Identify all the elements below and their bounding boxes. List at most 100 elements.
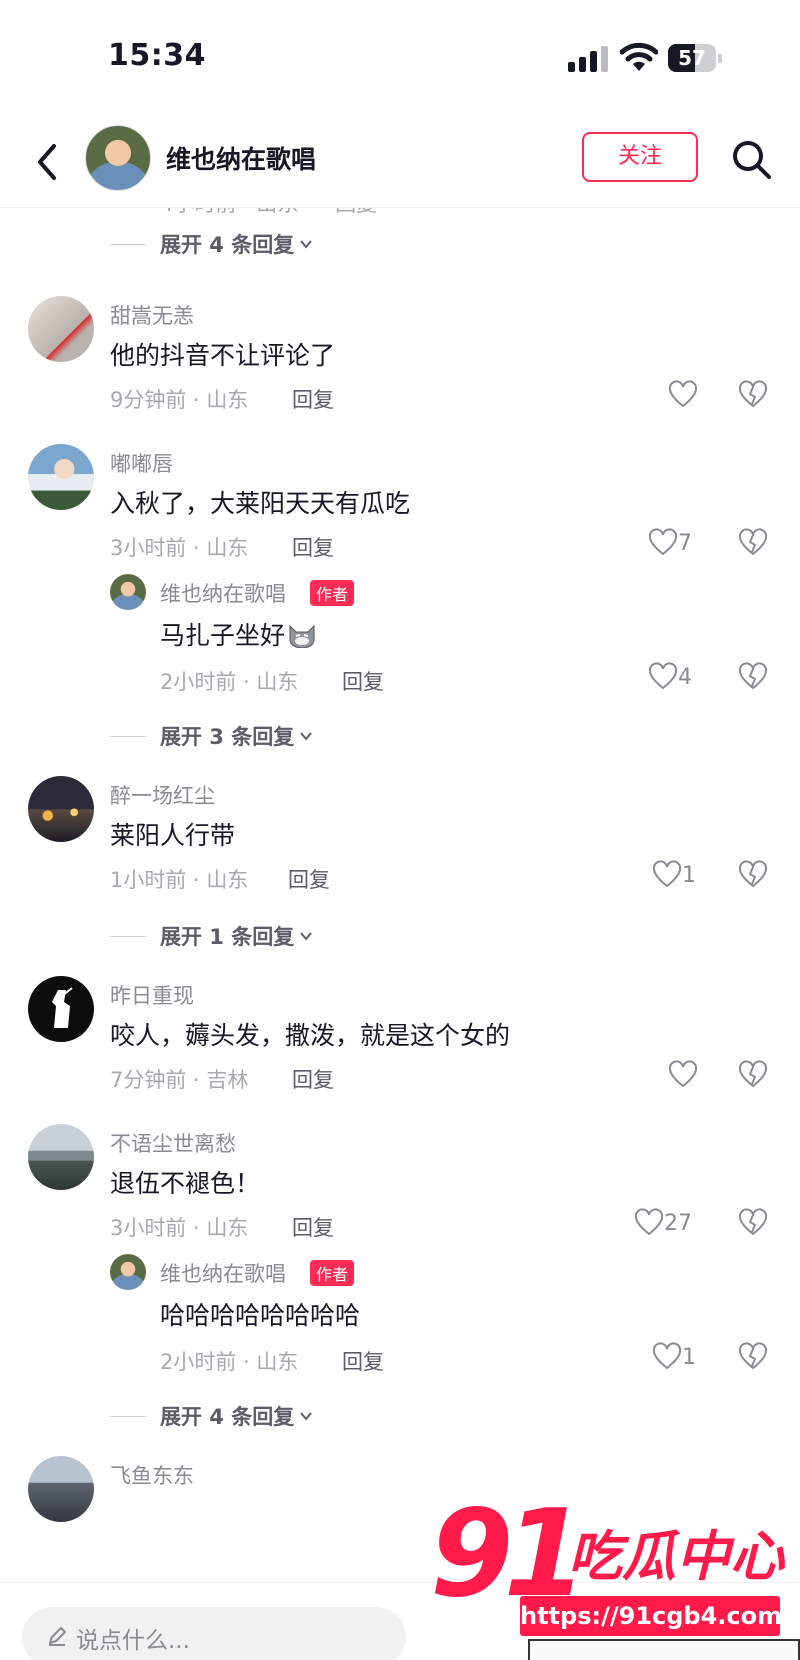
comment-meta: 1小时前 · 山东 (110, 868, 249, 892)
comment-meta: 3小时前 · 山东 (110, 536, 249, 560)
author-reply-avatar[interactable] (110, 574, 146, 610)
broken-heart-icon[interactable] (738, 1342, 768, 1372)
watermark-url: https://91cgb4.com (520, 1596, 782, 1636)
status-time: 15:34 (108, 38, 206, 73)
commenter-name[interactable]: 飞鱼东东 (110, 1460, 194, 1490)
like-button[interactable]: 1 (652, 860, 696, 890)
follow-button[interactable]: 关注 (582, 132, 698, 182)
commenter-avatar[interactable] (28, 444, 94, 510)
like-button[interactable]: 27 (634, 1208, 692, 1238)
commenter-name[interactable]: 甜嵩无恙 (110, 300, 194, 330)
comment-text: 咬人，薅头发，撒泼，就是这个女的 (110, 1021, 511, 1050)
chevron-down-icon (300, 732, 313, 741)
battery-indicator: 57 (668, 44, 722, 72)
partial-meta: 4小时前 · 山东 (160, 208, 298, 216)
like-button[interactable]: 1 (652, 1342, 696, 1372)
cat-emoji-icon (289, 624, 315, 648)
battery-level: 57 (678, 46, 706, 70)
expand-replies-2[interactable]: 展开 3 条回复 (110, 716, 314, 756)
heart-icon (634, 1208, 664, 1236)
like-button[interactable]: 4 (648, 662, 692, 692)
author-name[interactable]: 维也纳在歌唱 (166, 140, 316, 176)
heart-icon (668, 380, 698, 408)
like-count: 4 (678, 664, 692, 690)
header: 维也纳在歌唱 关注 (0, 116, 800, 208)
commenter-avatar[interactable] (28, 1124, 94, 1190)
expand-replies-4[interactable]: 展开 4 条回复 (110, 1396, 314, 1436)
comment-text: 退伍不褪色！ (110, 1169, 261, 1198)
broken-heart-icon[interactable] (738, 528, 768, 558)
expand-replies-label: 展开 4 条回复 (160, 233, 295, 257)
chevron-down-icon (300, 240, 313, 249)
like-count: 27 (664, 1210, 692, 1236)
reply-button[interactable]: 回复 (292, 1212, 334, 1242)
author-reply-name[interactable]: 维也纳在歌唱 (160, 1258, 286, 1288)
broken-heart-icon[interactable] (738, 1060, 768, 1090)
author-reply-text: 马扎子坐好 (160, 616, 317, 652)
heart-icon (668, 1060, 698, 1088)
author-reply-name[interactable]: 维也纳在歌唱 (160, 578, 286, 608)
cellular-signal-icon (568, 46, 608, 72)
author-reply-text: 哈哈哈哈哈哈哈哈 (160, 1301, 361, 1330)
reply-button[interactable]: 回复 (342, 1346, 384, 1376)
author-badge: 作者 (310, 1260, 355, 1286)
like-count: 1 (682, 1344, 696, 1370)
reply-button[interactable]: 回复 (292, 532, 334, 562)
comment-text: 他的抖音不让评论了 (110, 341, 336, 370)
expand-replies-label: 展开 1 条回复 (160, 925, 295, 949)
commenter-avatar[interactable] (28, 776, 94, 842)
expand-replies-3[interactable]: 展开 1 条回复 (110, 916, 314, 956)
reply-button[interactable]: 回复 (288, 864, 330, 894)
heart-icon (652, 1342, 682, 1370)
watermark-logo: 91 吃瓜中心 https://91cgb4.com (430, 1490, 790, 1650)
comment-text: 入秋了，大莱阳天天有瓜吃 (110, 489, 411, 518)
like-count: 1 (682, 862, 696, 888)
partial-reply-row: 4小时前 · 山东 回复 3 (160, 208, 780, 220)
partial-like-count[interactable]: 3 (648, 208, 661, 212)
commenter-avatar[interactable] (28, 1456, 94, 1522)
silhouette-icon (52, 987, 73, 1028)
comment-input-placeholder: 说点什么... (76, 1628, 190, 1654)
commenter-avatar[interactable] (28, 296, 94, 362)
author-reply-avatar[interactable] (110, 1254, 146, 1290)
commenter-avatar[interactable] (28, 976, 94, 1042)
comment-meta: 3小时前 · 山东 (110, 1216, 249, 1240)
like-button[interactable] (668, 1060, 698, 1090)
broken-heart-icon[interactable] (738, 380, 768, 410)
comment-list[interactable]: 4小时前 · 山东 回复 3 展开 4 条回复 甜嵩无恙 他的抖音不让评论了 9… (0, 208, 800, 1582)
comment-meta: 9分钟前 · 山东 (110, 388, 249, 412)
chevron-down-icon (300, 932, 313, 941)
expand-replies-label: 展开 3 条回复 (160, 725, 295, 749)
author-avatar[interactable] (85, 125, 151, 191)
broken-heart-icon[interactable] (738, 860, 768, 890)
reply-button[interactable]: 回复 (292, 384, 334, 414)
heart-icon (648, 528, 678, 556)
like-button[interactable]: 7 (648, 528, 692, 558)
pencil-icon (49, 1627, 66, 1646)
heart-icon (648, 662, 678, 690)
commenter-name[interactable]: 昨日重现 (110, 980, 194, 1010)
broken-heart-icon[interactable] (738, 1208, 768, 1238)
expand-replies-1[interactable]: 展开 4 条回复 (110, 224, 314, 264)
watermark-text: 吃瓜中心 (568, 1525, 784, 1588)
author-reply-meta: 2小时前 · 山东 (160, 1350, 299, 1374)
status-bar: 15:34 57 (0, 0, 800, 116)
wifi-icon (620, 42, 658, 71)
back-chevron-icon[interactable] (30, 138, 66, 186)
author-reply-meta: 2小时前 · 山东 (160, 670, 299, 694)
like-count: 7 (678, 530, 692, 556)
commenter-name[interactable]: 嘟嘟唇 (110, 448, 173, 478)
reply-button[interactable]: 回复 (342, 666, 384, 696)
broken-heart-icon[interactable] (738, 662, 768, 692)
reply-button[interactable]: 回复 (292, 1064, 334, 1094)
comment-input[interactable]: 说点什么... (22, 1607, 406, 1660)
author-badge: 作者 (310, 580, 355, 606)
heart-icon (652, 860, 682, 888)
search-icon[interactable] (728, 136, 774, 182)
comment-text: 莱阳人行带 (110, 821, 236, 850)
partial-reply-button[interactable]: 回复 (335, 208, 377, 216)
commenter-name[interactable]: 醉一场红尘 (110, 780, 215, 810)
commenter-name[interactable]: 不语尘世离愁 (110, 1128, 236, 1158)
chevron-down-icon (300, 1412, 313, 1421)
like-button[interactable] (668, 380, 698, 410)
